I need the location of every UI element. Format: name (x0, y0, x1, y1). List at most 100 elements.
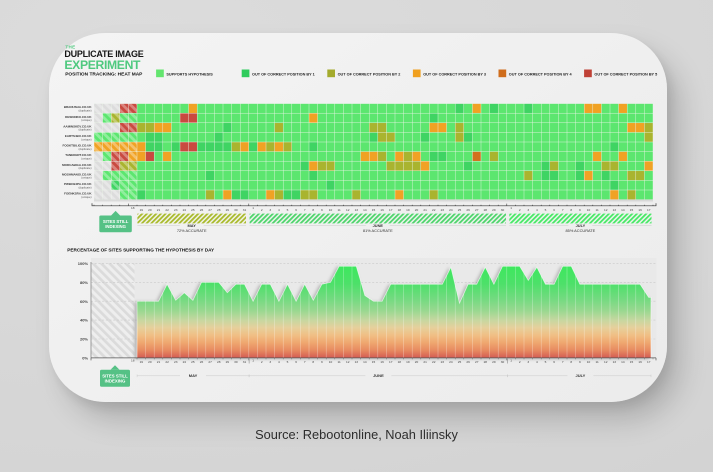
svg-text:80%: 80% (80, 280, 88, 285)
svg-text:(duplicate): (duplicate) (78, 128, 91, 132)
svg-text:6: 6 (553, 360, 555, 364)
svg-text:2: 2 (261, 360, 263, 364)
svg-text:12: 12 (604, 208, 608, 212)
svg-text:1: 1 (252, 358, 254, 362)
svg-text:28: 28 (484, 208, 488, 212)
svg-text:20: 20 (148, 208, 152, 212)
svg-text:6: 6 (295, 208, 297, 212)
svg-text:27: 27 (475, 360, 479, 364)
svg-text:29: 29 (226, 208, 230, 212)
svg-text:2: 2 (519, 360, 521, 364)
svg-text:8: 8 (312, 360, 314, 364)
svg-text:30: 30 (234, 360, 238, 364)
svg-text:8: 8 (570, 360, 572, 364)
svg-text:OUT OF CORRECT POSITION BY 1: OUT OF CORRECT POSITION BY 1 (252, 72, 315, 76)
svg-text:INDEXING: INDEXING (105, 378, 126, 383)
svg-text:(unique): (unique) (81, 137, 91, 141)
svg-text:10: 10 (329, 208, 333, 212)
svg-text:(duplicate): (duplicate) (78, 185, 91, 189)
svg-text:4: 4 (536, 208, 538, 212)
svg-text:15: 15 (372, 208, 376, 212)
svg-text:27: 27 (208, 208, 212, 212)
svg-text:OUT OF CORRECT POSITION BY 3: OUT OF CORRECT POSITION BY 3 (423, 72, 486, 76)
svg-text:10: 10 (587, 360, 591, 364)
svg-text:25: 25 (458, 208, 462, 212)
svg-text:81% ACCURATE: 81% ACCURATE (363, 228, 393, 233)
svg-text:16: 16 (638, 208, 642, 212)
svg-text:26: 26 (466, 360, 470, 364)
svg-text:14: 14 (363, 208, 367, 212)
svg-text:30: 30 (501, 208, 505, 212)
svg-text:18: 18 (131, 358, 135, 362)
svg-text:19: 19 (406, 360, 410, 364)
svg-text:9: 9 (579, 360, 581, 364)
svg-text:14: 14 (363, 360, 367, 364)
svg-text:EXPERIMENT: EXPERIMENT (64, 58, 141, 72)
svg-text:21: 21 (423, 208, 427, 212)
svg-text:18: 18 (398, 360, 402, 364)
svg-text:29: 29 (492, 208, 496, 212)
svg-text:5: 5 (545, 208, 547, 212)
svg-text:1: 1 (510, 358, 512, 362)
svg-text:3: 3 (527, 360, 529, 364)
svg-text:(duplicate): (duplicate) (78, 109, 91, 113)
svg-text:20: 20 (148, 360, 152, 364)
svg-text:24: 24 (449, 360, 453, 364)
svg-text:7: 7 (304, 208, 306, 212)
svg-text:9: 9 (321, 360, 323, 364)
svg-text:(duplicate): (duplicate) (78, 166, 91, 170)
svg-text:17: 17 (389, 208, 393, 212)
svg-text:20: 20 (415, 360, 419, 364)
svg-text:5: 5 (287, 208, 289, 212)
svg-text:OUT OF CORRECT POSITION BY 4: OUT OF CORRECT POSITION BY 4 (509, 72, 573, 76)
svg-text:24: 24 (449, 208, 453, 212)
svg-text:16: 16 (638, 360, 642, 364)
svg-text:PERCENTAGE OF SITES SUPPORTING: PERCENTAGE OF SITES SUPPORTING THE HYPOT… (67, 248, 215, 253)
svg-text:26: 26 (200, 360, 204, 364)
svg-text:14: 14 (621, 360, 625, 364)
svg-text:26: 26 (466, 208, 470, 212)
svg-text:16: 16 (380, 208, 384, 212)
svg-text:22: 22 (165, 208, 169, 212)
svg-text:100%: 100% (78, 261, 89, 266)
svg-text:17: 17 (389, 360, 393, 364)
svg-text:14: 14 (621, 208, 625, 212)
svg-text:27: 27 (475, 208, 479, 212)
svg-text:23: 23 (174, 360, 178, 364)
svg-text:13: 13 (613, 360, 617, 364)
svg-text:SUPPORTS HYPOTHESIS: SUPPORTS HYPOTHESIS (166, 72, 213, 76)
svg-text:3: 3 (527, 208, 529, 212)
svg-text:3: 3 (269, 360, 271, 364)
svg-text:29: 29 (492, 360, 496, 364)
svg-text:29: 29 (226, 360, 230, 364)
svg-text:4: 4 (536, 360, 538, 364)
svg-text:1: 1 (510, 206, 512, 210)
svg-text:25: 25 (458, 360, 462, 364)
svg-text:18: 18 (131, 206, 135, 210)
svg-text:21: 21 (157, 208, 161, 212)
svg-text:13: 13 (355, 360, 359, 364)
svg-text:(unique): (unique) (81, 176, 91, 180)
svg-text:60%: 60% (80, 299, 88, 304)
svg-text:22: 22 (165, 360, 169, 364)
svg-text:16: 16 (380, 360, 384, 364)
svg-text:20%: 20% (80, 337, 88, 342)
svg-text:40%: 40% (80, 318, 88, 323)
svg-text:6: 6 (295, 360, 297, 364)
svg-text:19: 19 (140, 208, 144, 212)
svg-text:26: 26 (200, 208, 204, 212)
svg-text:10: 10 (587, 208, 591, 212)
svg-text:POSITION TRACKING: HEAT MAP: POSITION TRACKING: HEAT MAP (65, 72, 143, 78)
svg-text:12: 12 (346, 360, 350, 364)
svg-text:19: 19 (406, 208, 410, 212)
svg-text:17: 17 (647, 208, 651, 212)
svg-text:12: 12 (604, 360, 608, 364)
svg-text:24: 24 (183, 208, 187, 212)
svg-text:31: 31 (243, 208, 247, 212)
svg-text:25: 25 (191, 360, 195, 364)
svg-text:MAY: MAY (189, 373, 198, 378)
svg-text:1: 1 (252, 206, 254, 210)
svg-text:OUT OF CORRECT POSITION BY 5: OUT OF CORRECT POSITION BY 5 (594, 72, 657, 76)
svg-text:7: 7 (562, 208, 564, 212)
svg-text:23: 23 (174, 208, 178, 212)
